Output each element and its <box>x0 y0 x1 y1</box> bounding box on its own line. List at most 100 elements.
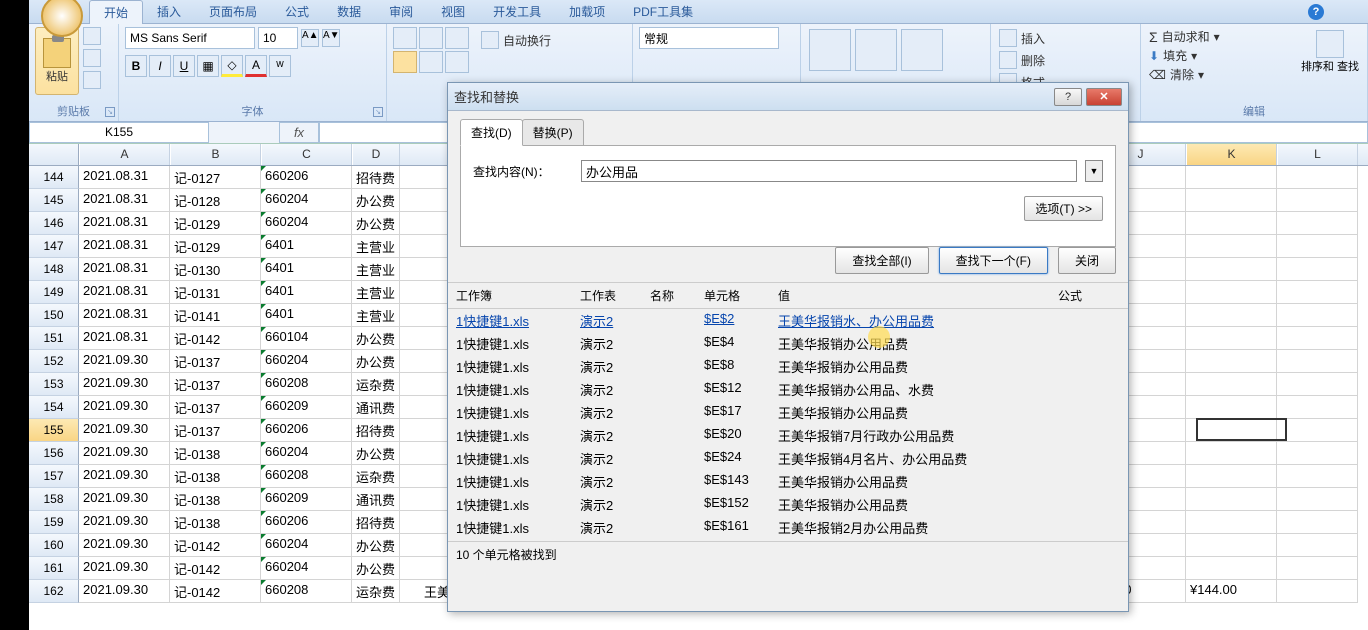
row-header[interactable]: 156 <box>29 442 79 465</box>
cell[interactable] <box>1186 258 1277 281</box>
col-header-D[interactable]: D <box>352 144 400 165</box>
cell[interactable]: 记-0142 <box>170 557 261 580</box>
result-row[interactable]: 1快捷键1.xls演示2$E$24王美华报销4月名片、办公用品费 <box>448 447 1128 470</box>
sort-filter-button[interactable]: 排序和 查找 <box>1301 30 1359 74</box>
cell[interactable]: 记-0137 <box>170 396 261 419</box>
tab-find[interactable]: 查找(D) <box>460 119 523 146</box>
ribbon-tab-3[interactable]: 公式 <box>271 0 323 24</box>
cell[interactable]: 2021.08.31 <box>79 212 170 235</box>
font-size-input[interactable] <box>258 27 298 49</box>
cell[interactable]: 办公费 <box>352 350 400 373</box>
ribbon-tab-8[interactable]: 加载项 <box>555 0 619 24</box>
border-button[interactable]: ▦ <box>197 55 219 77</box>
find-input[interactable] <box>581 160 1077 182</box>
cell[interactable] <box>1277 488 1358 511</box>
cell[interactable] <box>1186 534 1277 557</box>
cell[interactable]: 660206 <box>261 166 352 189</box>
phonetic-button[interactable]: ᵂ <box>269 55 291 77</box>
cell[interactable] <box>1277 557 1358 580</box>
cell[interactable]: 通讯费 <box>352 396 400 419</box>
align-right[interactable] <box>445 51 469 73</box>
cell[interactable]: 办公费 <box>352 327 400 350</box>
cell[interactable]: 2021.09.30 <box>79 534 170 557</box>
cell[interactable]: 运杂费 <box>352 465 400 488</box>
cell[interactable] <box>1186 373 1277 396</box>
cell[interactable] <box>1186 281 1277 304</box>
result-row[interactable]: 1快捷键1.xls演示2$E$8王美华报销办公用品费 <box>448 355 1128 378</box>
format-table-button[interactable] <box>855 29 897 71</box>
cell[interactable]: 记-0141 <box>170 304 261 327</box>
cell[interactable] <box>1277 419 1358 442</box>
cell[interactable]: 主营业 <box>352 304 400 327</box>
align-center[interactable] <box>419 51 443 73</box>
cell[interactable]: 660206 <box>261 419 352 442</box>
cell[interactable]: 记-0137 <box>170 373 261 396</box>
cell[interactable]: ¥144.00 <box>1186 580 1277 603</box>
row-header[interactable]: 146 <box>29 212 79 235</box>
cell[interactable] <box>1277 465 1358 488</box>
result-row[interactable]: 1快捷键1.xls演示2$E$161王美华报销2月办公用品费 <box>448 516 1128 539</box>
cell[interactable]: 660209 <box>261 488 352 511</box>
row-header[interactable]: 151 <box>29 327 79 350</box>
cell[interactable]: 记-0138 <box>170 465 261 488</box>
options-button[interactable]: 选项(T) >> <box>1024 196 1103 221</box>
cell[interactable]: 2021.09.30 <box>79 511 170 534</box>
row-header[interactable]: 155 <box>29 419 79 442</box>
cell[interactable]: 2021.08.31 <box>79 327 170 350</box>
result-row[interactable]: 1快捷键1.xls演示2$E$2王美华报销水、办公用品费 <box>448 309 1128 332</box>
cell[interactable]: 记-0127 <box>170 166 261 189</box>
cell[interactable]: 记-0142 <box>170 534 261 557</box>
cell[interactable]: 办公费 <box>352 557 400 580</box>
cell[interactable] <box>1186 189 1277 212</box>
cell[interactable]: 660208 <box>261 373 352 396</box>
conditional-format-button[interactable] <box>809 29 851 71</box>
cell[interactable]: 2021.09.30 <box>79 419 170 442</box>
result-row[interactable]: 1快捷键1.xls演示2$E$4王美华报销办公用品费 <box>448 332 1128 355</box>
cell[interactable] <box>1186 166 1277 189</box>
cell[interactable]: 2021.08.31 <box>79 304 170 327</box>
cell[interactable]: 660204 <box>261 212 352 235</box>
cell[interactable] <box>1186 488 1277 511</box>
wrap-text-button[interactable]: 自动换行 <box>481 31 551 49</box>
number-format-input[interactable] <box>639 27 779 49</box>
row-header[interactable]: 157 <box>29 465 79 488</box>
cell[interactable]: 2021.09.30 <box>79 350 170 373</box>
cell[interactable]: 660204 <box>261 189 352 212</box>
row-header[interactable]: 145 <box>29 189 79 212</box>
cell[interactable]: 660209 <box>261 396 352 419</box>
cell[interactable]: 招待费 <box>352 419 400 442</box>
cell[interactable] <box>1186 557 1277 580</box>
cell[interactable]: 主营业 <box>352 235 400 258</box>
cell[interactable]: 2021.08.31 <box>79 166 170 189</box>
cut-icon[interactable] <box>83 27 101 45</box>
row-header[interactable]: 147 <box>29 235 79 258</box>
cell[interactable]: 660206 <box>261 511 352 534</box>
col-header-L[interactable]: L <box>1277 144 1358 165</box>
cell[interactable]: 记-0142 <box>170 327 261 350</box>
cell[interactable]: 660104 <box>261 327 352 350</box>
cell[interactable]: 记-0131 <box>170 281 261 304</box>
cell[interactable] <box>1186 465 1277 488</box>
ribbon-tab-9[interactable]: PDF工具集 <box>619 0 707 24</box>
paste-button[interactable]: 粘贴 <box>35 27 79 95</box>
font-name-input[interactable] <box>125 27 255 49</box>
cell[interactable]: 2021.09.30 <box>79 442 170 465</box>
cell[interactable]: 记-0137 <box>170 350 261 373</box>
cell[interactable]: 660204 <box>261 442 352 465</box>
ribbon-tab-6[interactable]: 视图 <box>427 0 479 24</box>
cell[interactable] <box>1277 580 1358 603</box>
close-button[interactable]: 关闭 <box>1058 247 1116 274</box>
find-all-button[interactable]: 查找全部(I) <box>835 247 928 274</box>
col-header-K[interactable]: K <box>1186 144 1277 165</box>
cell[interactable] <box>1277 396 1358 419</box>
row-header[interactable]: 152 <box>29 350 79 373</box>
ribbon-tab-7[interactable]: 开发工具 <box>479 0 555 24</box>
name-box[interactable]: K155 <box>29 122 209 143</box>
ribbon-tab-4[interactable]: 数据 <box>323 0 375 24</box>
cell[interactable]: 660204 <box>261 534 352 557</box>
cell[interactable]: 记-0130 <box>170 258 261 281</box>
ribbon-tab-0[interactable]: 开始 <box>89 0 143 24</box>
cell[interactable]: 主营业 <box>352 281 400 304</box>
cell[interactable] <box>1277 304 1358 327</box>
cell[interactable]: 记-0128 <box>170 189 261 212</box>
